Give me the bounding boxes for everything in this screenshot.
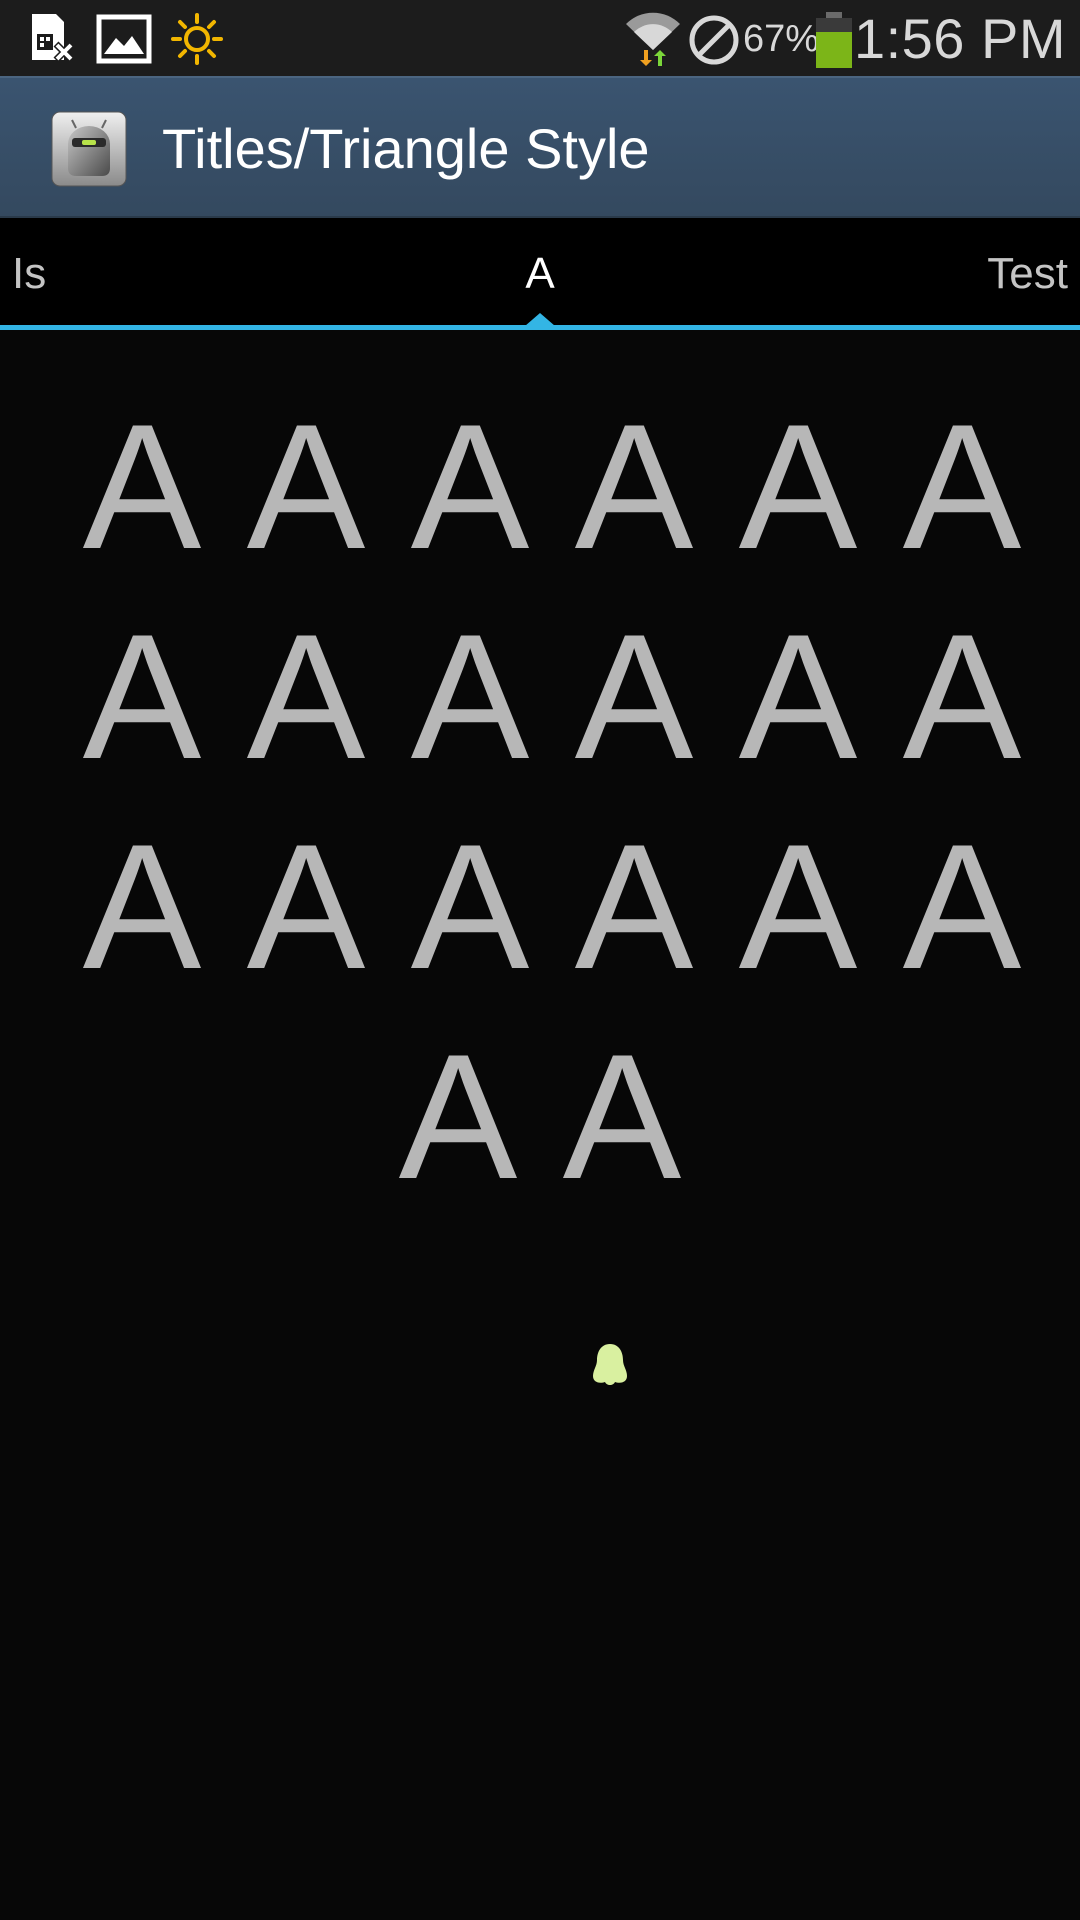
letter: A xyxy=(574,807,694,1006)
brightness-icon xyxy=(171,13,223,65)
status-time: 1:56 PM xyxy=(853,7,1066,70)
letter: A xyxy=(246,387,366,586)
letter: A xyxy=(574,597,694,796)
sim-card-missing-icon xyxy=(32,14,74,63)
letter: A xyxy=(902,387,1022,586)
letter: A xyxy=(82,807,202,1006)
tab-current[interactable]: A xyxy=(0,248,1080,300)
letter: A xyxy=(574,387,694,586)
image-icon xyxy=(96,14,152,64)
letter: A xyxy=(738,387,858,586)
letter: A xyxy=(82,597,202,796)
page-title: Titles/Triangle Style xyxy=(162,117,650,180)
letter-row: AAAAAA xyxy=(60,592,1022,802)
screen: 67% 1:56 PM Titles/Triangle Style A Is T… xyxy=(0,0,1080,1920)
battery-icon xyxy=(816,12,852,68)
letter: A xyxy=(738,807,858,1006)
android-robot-icon[interactable] xyxy=(50,110,128,188)
wifi-icon xyxy=(626,12,680,66)
letter-grid: AAAAAA AAAAAA AAAAAA AA xyxy=(60,382,1022,1222)
letter-row: AAAAAA xyxy=(60,382,1022,592)
letter: A xyxy=(246,807,366,1006)
letter: A xyxy=(562,1017,682,1216)
touch-indicator-icon xyxy=(593,1344,627,1385)
letter: A xyxy=(82,387,202,586)
indicator-triangle-icon xyxy=(525,313,555,326)
battery-percent: 67% xyxy=(743,18,820,60)
letter: A xyxy=(410,387,530,586)
status-bar: 67% 1:56 PM xyxy=(0,0,1080,76)
letter-row: AA xyxy=(60,1012,1020,1222)
letter: A xyxy=(902,597,1022,796)
letter: A xyxy=(738,597,858,796)
letter: A xyxy=(902,807,1022,1006)
letter-row: AAAAAA xyxy=(60,802,1022,1012)
letter: A xyxy=(246,597,366,796)
blocked-icon xyxy=(689,15,739,65)
action-bar: Titles/Triangle Style xyxy=(0,76,1080,218)
letter: A xyxy=(410,807,530,1006)
letter: A xyxy=(410,597,530,796)
tab-next[interactable]: Test xyxy=(987,248,1068,300)
tab-previous[interactable]: Is xyxy=(12,248,46,300)
letter: A xyxy=(398,1017,518,1216)
